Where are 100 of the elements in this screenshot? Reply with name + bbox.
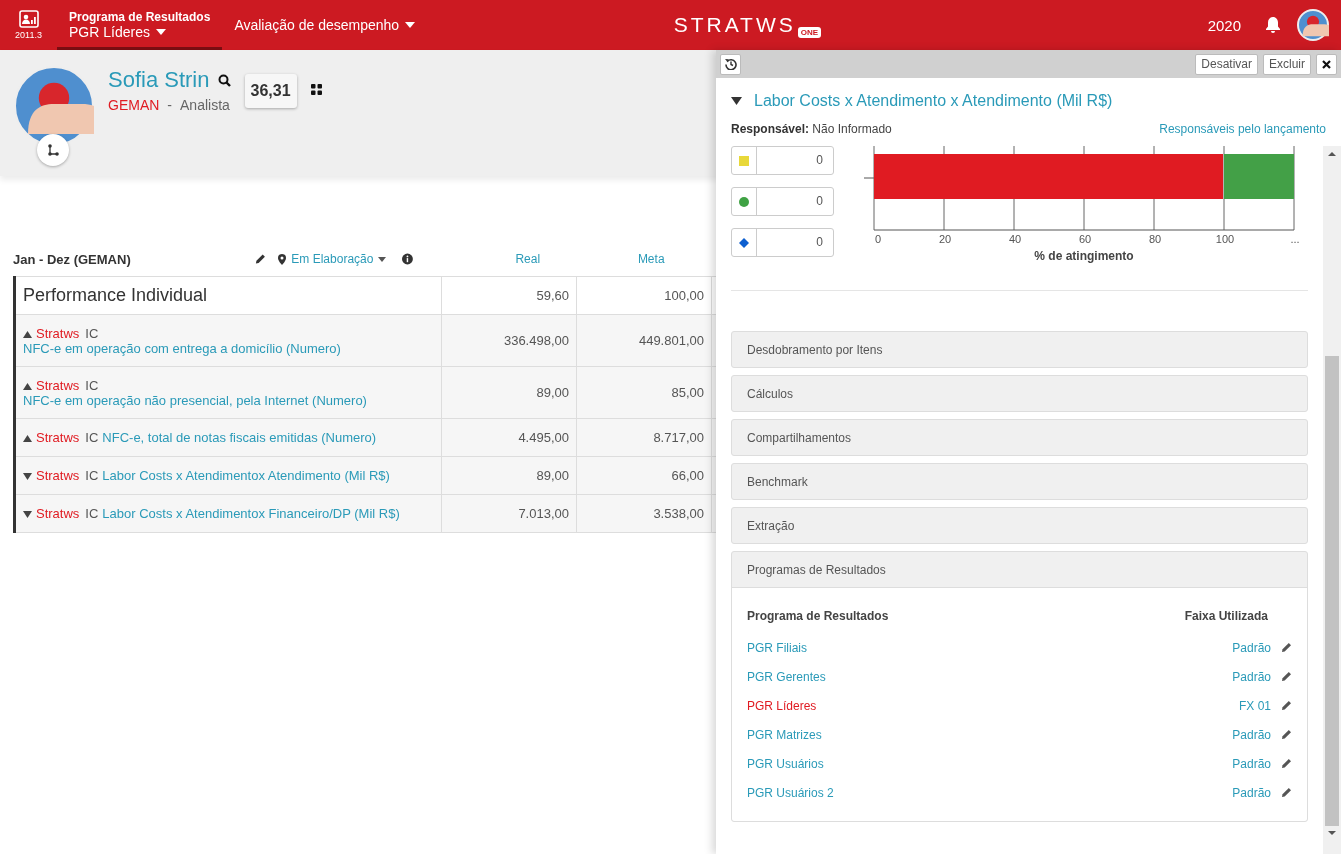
source-label: Stratws (36, 430, 80, 445)
table-cell: 66,00 (576, 456, 712, 495)
side-panel: Desativar Excluir Labor Costs x Atendimento x Atendimento (Mil R$) Responsável: Não Informado Responsáveis pelo lançamento 0 0 0 0 20 40 60 80 100 ... % de atingimento Desdobramento por Itens Cálculos Compartilhamentos Benchmark Extração Programas de Resultados Programa de Resultados Faixa Utilizada PGR Filiais Padrão PGR Gerentes Padrão PGR Líderes FX 01 PGR Matrizes Padrão PGR Usuários Padrão PGR Usuários 2 Padrão (716, 50, 1341, 854)
table-cell: 85,00 (576, 366, 712, 419)
source-label: Stratws (36, 377, 80, 393)
indicator-link[interactable]: Labor Costs x Atendimentox Atendimento (Mil R$) (102, 468, 390, 483)
nav-label: Avaliação de desempenho (234, 17, 400, 33)
accordion-header[interactable]: Desdobramento por Itens (732, 332, 1307, 367)
x-tick-label: 20 (938, 233, 952, 245)
close-button[interactable] (1316, 53, 1337, 75)
row-title: Performance Individual (14, 276, 442, 315)
band-link[interactable]: FX 01 (1112, 698, 1271, 713)
band-link[interactable]: Padrão (1112, 785, 1271, 800)
x-tick-label: 60 (1078, 233, 1092, 245)
caret-icon (405, 22, 416, 28)
source-label: Stratws (36, 506, 80, 521)
x-tick-label: 80 (1148, 233, 1162, 245)
info-icon[interactable] (402, 253, 414, 265)
caret-icon (378, 256, 387, 262)
table-cell: 3.538,00 (576, 494, 712, 533)
pencil-icon[interactable] (1281, 758, 1292, 769)
type-label: IC (85, 325, 99, 341)
pencil-icon[interactable] (1281, 642, 1292, 653)
pencil-icon[interactable] (1281, 729, 1292, 740)
hierarchy-button[interactable] (37, 134, 69, 166)
pencil-icon[interactable] (1281, 671, 1292, 682)
legend-item: 0 (731, 187, 834, 216)
table-cell: 7.013,00 (441, 494, 577, 533)
legend-item: 0 (731, 146, 834, 175)
type-label: IC (85, 468, 99, 483)
program-link[interactable]: PGR Filiais (747, 640, 1112, 655)
person-name: Sofia Strin (108, 67, 210, 93)
column-header: Programa de Resultados (747, 609, 890, 623)
toolbar-button[interactable]: Excluir (1263, 53, 1311, 75)
accordion-header[interactable]: Cálculos (732, 376, 1307, 411)
logo-text: STRATWS (673, 13, 796, 37)
score-badge: 36,31 (244, 74, 297, 108)
column-header: Faixa Utilizada (1183, 609, 1269, 623)
pencil-icon[interactable] (1281, 787, 1292, 798)
close-icon (1322, 59, 1331, 69)
table-cell: 4.495,00 (441, 418, 577, 457)
x-tick-label: 40 (1008, 233, 1022, 245)
collapse-caret-icon[interactable] (731, 97, 742, 105)
accordion-header[interactable]: Compartilhamentos (732, 420, 1307, 455)
indicator-link[interactable]: Labor Costs x Atendimentox Financeiro/DP (Mil R$) (102, 506, 400, 521)
column-header[interactable]: Meta (589, 252, 713, 266)
program-link[interactable]: PGR Gerentes (747, 669, 1112, 684)
history-button[interactable] (720, 53, 741, 75)
nav-label: PGR Líderes (69, 24, 150, 40)
panel-title: Labor Costs x Atendimento x Atendimento (Mil R$) (754, 92, 1113, 110)
source-label: Stratws (36, 325, 80, 341)
pin-icon (278, 253, 287, 265)
type-label: IC (85, 377, 99, 393)
version-label: 2011.3 (15, 30, 42, 40)
type-label: IC (85, 430, 99, 445)
table-cell: 59,60 (441, 276, 577, 315)
band-link[interactable]: Padrão (1112, 756, 1271, 771)
pencil-icon[interactable] (1281, 700, 1292, 711)
pencil-icon[interactable] (255, 253, 267, 265)
indicator-link[interactable]: NFC-e em operação não presencial, pela Internet (Numero) (23, 392, 367, 408)
status-dropdown[interactable]: Em Elaboração (278, 252, 387, 266)
program-link[interactable]: PGR Matrizes (747, 727, 1112, 742)
indicator-link[interactable]: NFC-e em operação com entrega a domicílio (Numero) (23, 340, 341, 356)
unit-label: GEMAN (108, 97, 160, 113)
table-cell: 89,00 (441, 366, 577, 419)
program-link[interactable]: PGR Usuários (747, 756, 1112, 771)
program-link[interactable]: PGR Líderes (747, 698, 1112, 713)
accordion-header[interactable]: Programas de Resultados (732, 552, 1307, 587)
period-label: Jan - Dez (GEMAN) (13, 251, 132, 267)
table-cell: 336.498,00 (441, 314, 577, 367)
program-link[interactable]: PGR Usuários 2 (747, 785, 1112, 800)
indicator-link[interactable]: NFC-e, total de notas fiscais emitidas (Numero) (102, 430, 377, 445)
toolbar-button[interactable]: Desativar (1195, 53, 1258, 75)
band-link[interactable]: Padrão (1112, 727, 1271, 742)
column-header[interactable]: Real (465, 252, 590, 266)
x-tick-label: ... (1290, 233, 1300, 245)
user-avatar[interactable] (1297, 9, 1329, 41)
year-label[interactable]: 2020 (1207, 16, 1241, 34)
table-cell: 89,00 (441, 456, 577, 495)
responsible-link[interactable]: Responsáveis pelo lançamento (1159, 122, 1326, 136)
table-cell: 449.801,00 (576, 314, 712, 367)
hierarchy-icon (47, 144, 59, 156)
search-icon[interactable] (217, 73, 231, 87)
table-cell: 100,00 (576, 276, 712, 315)
bell-icon[interactable] (1265, 16, 1281, 34)
accordion-header[interactable]: Extração (732, 508, 1307, 543)
type-label: IC (85, 506, 99, 521)
x-tick-label: 100 (1215, 233, 1235, 245)
nav-title: Programa de Resultados (69, 10, 211, 24)
responsible-text: Responsável: Não Informado (731, 122, 892, 136)
nav-tab[interactable]: Avaliação de desempenho (222, 3, 428, 50)
band-link[interactable]: Padrão (1112, 669, 1271, 684)
source-label: Stratws (36, 468, 80, 483)
role-label: Analista (180, 97, 230, 113)
grid-icon[interactable] (310, 84, 322, 95)
history-icon (724, 58, 737, 70)
accordion-header[interactable]: Benchmark (732, 464, 1307, 499)
x-tick-label: 0 (875, 233, 882, 245)
band-link[interactable]: Padrão (1112, 640, 1271, 655)
axis-title: % de atingimento (1034, 249, 1134, 263)
